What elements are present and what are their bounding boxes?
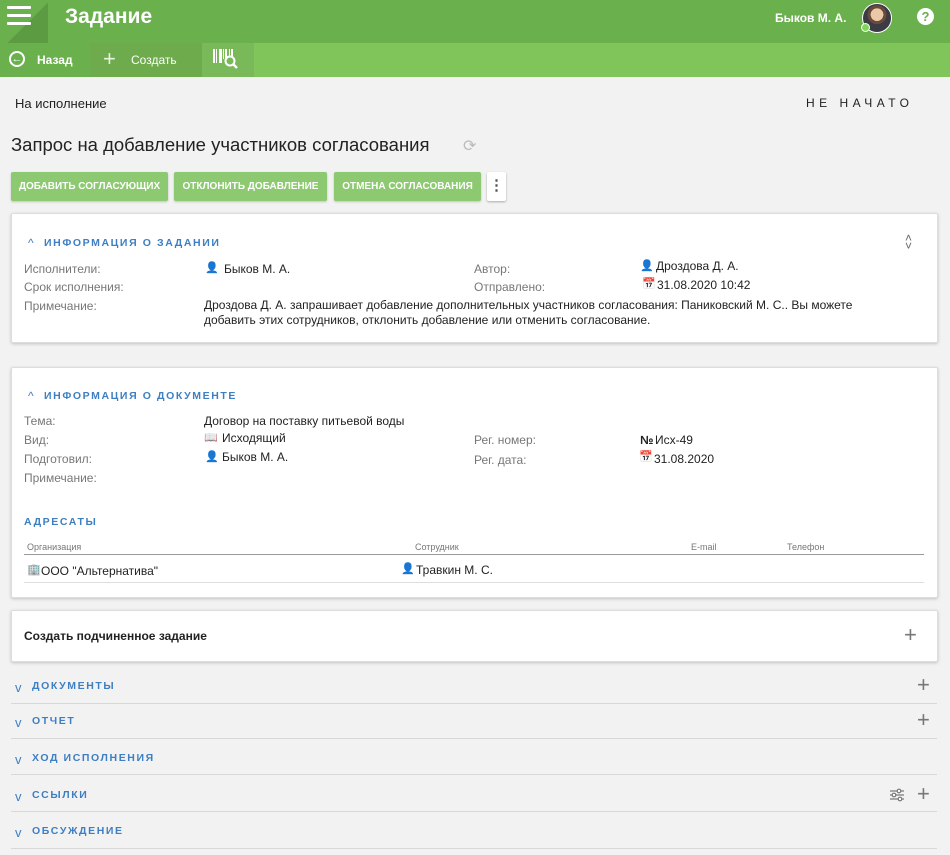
expand-report-icon[interactable]: v: [15, 715, 22, 730]
calendar-icon: 📅: [639, 451, 653, 463]
more-actions-icon[interactable]: ⋮: [487, 172, 506, 201]
page-title: Запрос на добавление участников согласов…: [11, 134, 430, 155]
expand-collapse-icon[interactable]: ˄ ˅: [905, 232, 912, 252]
expand-documents-icon[interactable]: v: [15, 680, 22, 695]
plus-icon: +: [103, 46, 116, 71]
section-divider: [11, 774, 937, 775]
sent-value: 31.08.2020 10:42: [657, 278, 751, 292]
deadline-label: Срок исполнения:: [24, 280, 124, 294]
barcode-search-icon: [213, 49, 238, 69]
report-section-title[interactable]: ОТЧЕТ: [32, 715, 75, 727]
doc-note-label: Примечание:: [24, 471, 97, 485]
author-label: Автор:: [474, 262, 511, 276]
subject-value[interactable]: Договор на поставку питьевой воды: [204, 414, 404, 428]
addressees-title: АДРЕСАТЫ: [24, 516, 98, 528]
section-divider: [11, 703, 937, 704]
document-kind-icon: 📖: [204, 432, 218, 444]
reg-number-value: Исх-49: [655, 433, 693, 447]
collapse-doc-info-icon[interactable]: ^: [28, 389, 34, 403]
addressee-employee[interactable]: Травкин М. С.: [416, 563, 493, 577]
collapse-task-info-icon[interactable]: ^: [28, 236, 34, 250]
progress-section-title[interactable]: ХОД ИСПОЛНЕНИЯ: [32, 752, 155, 764]
add-report-icon[interactable]: +: [917, 707, 930, 733]
current-user-name[interactable]: Быков М. А.: [775, 11, 846, 25]
doc-info-title[interactable]: ИНФОРМАЦИЯ О ДОКУМЕНТЕ: [44, 390, 237, 402]
column-header-employee[interactable]: Сотрудник: [415, 542, 459, 552]
column-header-phone[interactable]: Телефон: [787, 542, 824, 552]
sent-label: Отправлено:: [474, 280, 546, 294]
subject-label: Тема:: [24, 414, 56, 428]
online-status-icon: [861, 23, 870, 32]
add-subtask-icon[interactable]: +: [904, 622, 917, 648]
user-avatar-icon: 👤: [205, 262, 219, 274]
back-button-label: Назад: [37, 53, 73, 67]
note-line-1: Дроздова Д. А. запрашивает добавление до…: [204, 298, 853, 312]
user-avatar-icon: 👤: [205, 451, 219, 463]
column-header-email[interactable]: E-mail: [691, 542, 717, 552]
executors-value[interactable]: Быков М. А.: [224, 262, 290, 276]
filter-settings-icon[interactable]: [889, 788, 905, 802]
expand-progress-icon[interactable]: v: [15, 752, 22, 767]
executors-label: Исполнители:: [24, 262, 101, 276]
add-document-icon[interactable]: +: [917, 672, 930, 698]
number-sign-icon: №: [640, 433, 654, 447]
kind-value: Исходящий: [222, 431, 286, 445]
links-section-title[interactable]: ССЫЛКИ: [32, 789, 88, 801]
help-button[interactable]: ?: [917, 8, 934, 25]
expand-discussion-icon[interactable]: v: [15, 825, 22, 840]
note-label: Примечание:: [24, 299, 97, 313]
refresh-icon[interactable]: ⟳: [463, 136, 476, 156]
section-divider: [11, 848, 937, 849]
column-header-org[interactable]: Организация: [27, 542, 81, 552]
prepared-label: Подготовил:: [24, 452, 93, 466]
expand-links-icon[interactable]: v: [15, 789, 22, 804]
author-value[interactable]: Дроздова Д. А.: [656, 259, 739, 273]
calendar-icon: 📅: [642, 278, 656, 290]
table-row-divider: [24, 582, 924, 583]
status-stage: На исполнение: [15, 96, 107, 111]
note-line-2: добавить этих сотрудников, отклонить доб…: [204, 313, 651, 327]
discussion-section-title[interactable]: ОБСУЖДЕНИЕ: [32, 825, 124, 837]
table-header-divider: [24, 554, 924, 555]
section-divider: [11, 738, 937, 739]
addressee-org[interactable]: ООО "Альтернатива": [41, 564, 158, 578]
back-arrow-icon: ←: [9, 51, 25, 67]
organization-icon: 🏢: [27, 564, 41, 576]
create-button-label: Создать: [131, 53, 177, 67]
section-divider: [11, 811, 937, 812]
documents-section-title[interactable]: ДОКУМЕНТЫ: [32, 680, 115, 692]
app-title: Задание: [65, 5, 153, 28]
create-subtask-label[interactable]: Создать подчиненное задание: [24, 629, 207, 643]
kind-label: Вид:: [24, 433, 50, 447]
status-badge: НЕ НАЧАТО: [806, 96, 914, 110]
add-approvers-button[interactable]: ДОБАВИТЬ СОГЛАСУЮЩИХ: [11, 172, 168, 201]
cancel-approval-button[interactable]: ОТМЕНА СОГЛАСОВАНИЯ: [334, 172, 481, 201]
add-link-icon[interactable]: +: [917, 781, 930, 807]
menu-icon[interactable]: [7, 6, 31, 26]
reject-addition-button[interactable]: ОТКЛОНИТЬ ДОБАВЛЕНИЕ: [174, 172, 327, 201]
employee-icon: 👤: [401, 563, 415, 575]
task-info-title[interactable]: ИНФОРМАЦИЯ О ЗАДАНИИ: [44, 237, 221, 249]
reg-date-label: Рег. дата:: [474, 453, 527, 467]
reg-date-value: 31.08.2020: [654, 452, 715, 466]
reg-number-label: Рег. номер:: [474, 433, 536, 447]
prepared-value[interactable]: Быков М. А.: [222, 450, 288, 464]
author-avatar-icon: 👤: [640, 260, 654, 272]
